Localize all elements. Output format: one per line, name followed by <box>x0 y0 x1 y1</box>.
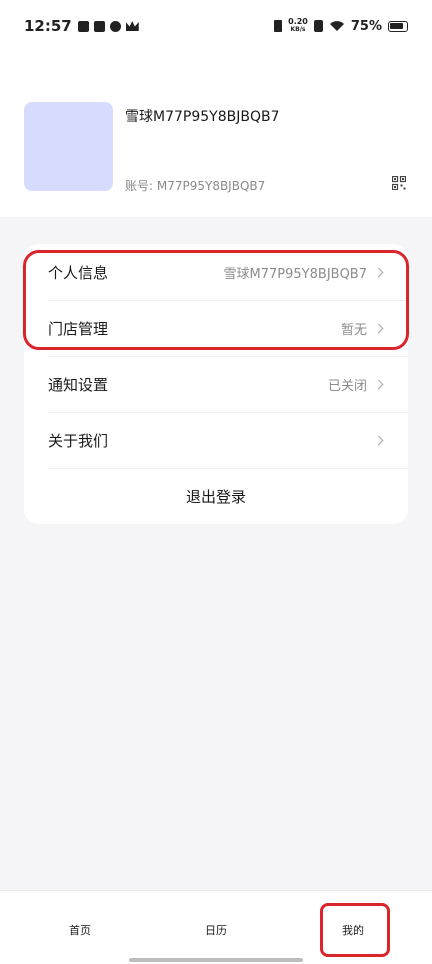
home-indicator[interactable] <box>129 958 303 962</box>
network-speed: 0.20 KB/s <box>288 18 308 34</box>
menu-item-value: 已关闭 <box>327 378 367 394</box>
sim-off-icon <box>313 20 323 32</box>
logout-button[interactable]: 退出登录 <box>24 468 408 524</box>
avatar[interactable] <box>24 102 113 191</box>
status-time: 12:57 <box>24 17 72 35</box>
battery-percent: 75% <box>350 18 382 34</box>
menu-item-label: 通知设置 <box>48 375 109 394</box>
tab-home[interactable]: 首页 <box>69 922 91 938</box>
status-bar: 12:57 0.20 KB/s 75% <box>0 0 432 52</box>
chevron-right-icon <box>373 435 384 445</box>
menu-item-about-us[interactable]: 关于我们 <box>24 412 408 468</box>
logout-label: 退出登录 <box>185 487 246 506</box>
status-right: 0.20 KB/s 75% <box>274 18 408 34</box>
app-icon <box>109 20 121 32</box>
chevron-right-icon <box>373 379 384 389</box>
mail-icon <box>93 20 105 32</box>
menu-item-notification-settings[interactable]: 通知设置 已关闭 <box>24 356 408 412</box>
tiktok-icon <box>77 20 89 32</box>
highlight-box <box>23 250 409 350</box>
network-speed-value: 0.20 <box>288 17 308 26</box>
notification-icons <box>77 20 139 32</box>
network-speed-unit: KB/s <box>290 26 306 33</box>
menu-item-label: 关于我们 <box>48 431 109 450</box>
profile-name: 雪球M77P95Y8BJBQB7 <box>125 109 280 125</box>
qr-code-icon[interactable] <box>392 176 406 190</box>
account-number: 账号: M77P95Y8BJBQB7 <box>125 179 266 193</box>
vibrate-icon <box>274 20 283 32</box>
wifi-icon <box>329 21 344 31</box>
battery-icon <box>388 20 408 32</box>
highlight-box <box>320 903 390 957</box>
profile-header: 雪球M77P95Y8BJBQB7 账号: M77P95Y8BJBQB7 <box>0 52 432 217</box>
tab-calendar[interactable]: 日历 <box>205 922 227 938</box>
crown-icon <box>125 21 139 31</box>
